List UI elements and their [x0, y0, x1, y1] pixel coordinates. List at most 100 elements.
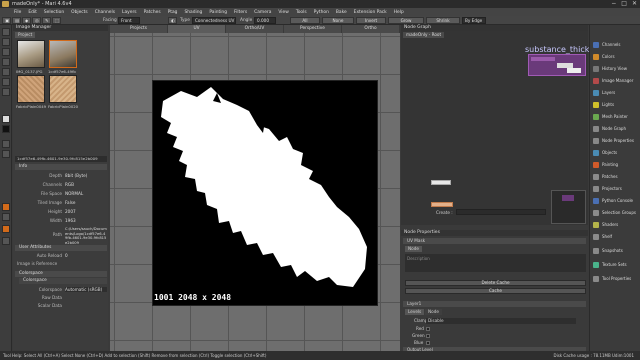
sidebar-item-snapshots[interactable]: Snapshots — [592, 245, 640, 257]
tab-uv[interactable]: UV — [168, 25, 226, 33]
sidebar-item-mesh-painter[interactable]: Mesh Painter — [592, 111, 640, 123]
invert-button[interactable]: Invert — [356, 17, 386, 24]
marquee-icon[interactable]: ⬚ — [52, 17, 61, 24]
sidebar-item-patches[interactable]: Patches — [592, 171, 640, 183]
maximize-button[interactable]: □ — [621, 0, 627, 7]
menu-view[interactable]: View — [278, 10, 288, 15]
image-thumb[interactable] — [17, 40, 45, 68]
graph-minimap[interactable] — [551, 190, 586, 224]
sidebar-item-tool-properties[interactable]: Tool Properties — [592, 273, 640, 285]
tab-node-2[interactable]: Node — [425, 309, 442, 315]
menu-bake[interactable]: Bake — [336, 10, 347, 15]
menu-selection[interactable]: Selection — [44, 10, 64, 15]
type-select[interactable]: Connectedness UV — [192, 17, 236, 24]
uv-viewport[interactable]: Projects UV Ortho/UV Perspective Ortho 1… — [110, 25, 400, 351]
sidebar-item-projectors[interactable]: Projectors — [592, 183, 640, 195]
sidebar-item-node-properties[interactable]: Node Properties — [592, 135, 640, 147]
minimize-button[interactable]: − — [611, 0, 616, 7]
select-none-button[interactable]: None — [322, 17, 354, 24]
menu-ptag[interactable]: Ptag — [168, 10, 178, 15]
angle-field[interactable]: 0.000 — [254, 17, 276, 24]
menu-patches[interactable]: Patches — [144, 10, 161, 15]
node-graph-panel[interactable]: Node Graph madeOnly - Root substance_thi… — [401, 25, 599, 225]
uv-mask-header[interactable]: UV Mask — [403, 238, 586, 244]
fill-tool-icon[interactable] — [2, 88, 10, 96]
transform-tool-icon[interactable] — [2, 140, 10, 148]
paint-tool-icon[interactable] — [2, 28, 10, 36]
fabric-thumb[interactable] — [17, 75, 45, 103]
create-node-input[interactable] — [456, 209, 546, 215]
image-id-field[interactable]: 1cdf57e6-49fb-4601-9e30-9fc815e2b009 — [15, 156, 107, 162]
sidebar-item-image-manager[interactable]: Image Manager — [592, 75, 640, 87]
sidebar-item-objects[interactable]: Objects — [592, 147, 640, 159]
backdrop-node[interactable] — [528, 54, 586, 76]
tab-ortho[interactable]: Ortho — [342, 25, 400, 33]
sidebar-item-python-console[interactable]: Python Console — [592, 195, 640, 207]
menu-filters[interactable]: Filters — [234, 10, 247, 15]
uv-tile-1001[interactable] — [152, 80, 378, 306]
sidebar-item-shelf[interactable]: Shelf — [592, 231, 640, 243]
sidebar-item-node-graph[interactable]: Node Graph — [592, 123, 640, 135]
menu-extension-pack[interactable]: Extension Pack — [354, 10, 387, 15]
facing-select[interactable]: Front — [118, 17, 140, 24]
description-field[interactable]: Description — [405, 254, 586, 272]
select-tool-icon[interactable]: ▣ — [2, 17, 11, 24]
node-small[interactable] — [567, 68, 581, 73]
tab-perspective[interactable]: Perspective — [284, 25, 342, 33]
menu-objects[interactable]: Objects — [71, 10, 88, 15]
fabric-thumb[interactable] — [49, 75, 77, 103]
shrink-button[interactable]: Shrink — [426, 17, 460, 24]
sidebar-item-shaders[interactable]: Shaders — [592, 219, 640, 231]
picker-tool-icon[interactable] — [2, 237, 10, 245]
brush-tool-icon[interactable] — [2, 38, 10, 46]
select-all-button[interactable]: All — [290, 17, 320, 24]
menu-file[interactable]: File — [14, 10, 21, 15]
blue-checkbox[interactable] — [426, 341, 430, 345]
colorspace-header[interactable]: Colorspace — [15, 271, 107, 277]
menu-shading[interactable]: Shading — [184, 10, 202, 15]
menu-camera[interactable]: Camera — [254, 10, 271, 15]
patch-mode-icon[interactable]: ▤ — [12, 17, 21, 24]
green-checkbox[interactable] — [426, 334, 430, 338]
graph-node-selected[interactable] — [431, 202, 453, 207]
auto-reload-value[interactable]: 0 — [65, 253, 107, 258]
blur-tool-icon[interactable] — [2, 78, 10, 86]
visibility-icon[interactable]: ◐ — [168, 17, 177, 24]
menu-edit[interactable]: Edit — [28, 10, 37, 15]
cache-button[interactable]: Cache — [405, 288, 586, 294]
object-mode-icon[interactable]: ◎ — [32, 17, 41, 24]
tab-node[interactable]: Node — [405, 246, 422, 252]
foreground-color-swatch[interactable] — [2, 115, 10, 123]
lasso-icon[interactable]: ✎ — [42, 17, 51, 24]
menu-channels[interactable]: Channels — [95, 10, 115, 15]
tab-ortho-uv[interactable]: Ortho/UV — [226, 25, 284, 33]
colorspace-select[interactable]: Automatic (sRGB) — [65, 287, 107, 292]
sidebar-item-selection-groups[interactable]: Selection Groups — [592, 207, 640, 219]
user-attributes-header[interactable]: User Attributes — [15, 245, 107, 251]
smudge-tool-icon[interactable] — [2, 68, 10, 76]
paint-through-tool-icon[interactable] — [2, 225, 10, 233]
eraser-tool-icon[interactable] — [2, 48, 10, 56]
tab-project[interactable]: Project — [15, 32, 36, 38]
menu-python[interactable]: Python — [314, 10, 329, 15]
tab-levels[interactable]: Levels — [405, 309, 425, 315]
layer-header[interactable]: Layer1 — [403, 301, 586, 307]
image-thumb-selected[interactable] — [49, 40, 77, 68]
sidebar-item-layers[interactable]: Layers — [592, 87, 640, 99]
menu-painting[interactable]: Painting — [209, 10, 227, 15]
grow-button[interactable]: Grow — [388, 17, 424, 24]
camera-tool-icon[interactable] — [2, 150, 10, 158]
info-section-header[interactable]: Info — [15, 164, 107, 170]
sidebar-item-texture-sets[interactable]: Texture Sets — [592, 259, 640, 271]
sidebar-item-colors[interactable]: Colors — [592, 51, 640, 63]
select-tool-active-icon[interactable] — [2, 203, 10, 211]
menu-tools[interactable]: Tools — [296, 10, 307, 15]
sidebar-item-channels[interactable]: Channels — [592, 39, 640, 51]
clamp-select[interactable]: Disable — [426, 318, 576, 324]
background-color-swatch[interactable] — [2, 125, 10, 133]
delete-cache-button[interactable]: Delete Cache — [405, 280, 586, 286]
graph-node[interactable] — [431, 180, 451, 185]
close-button[interactable]: ✕ — [632, 0, 637, 7]
face-mode-icon[interactable]: ◆ — [22, 17, 31, 24]
menu-layers[interactable]: Layers — [122, 10, 137, 15]
